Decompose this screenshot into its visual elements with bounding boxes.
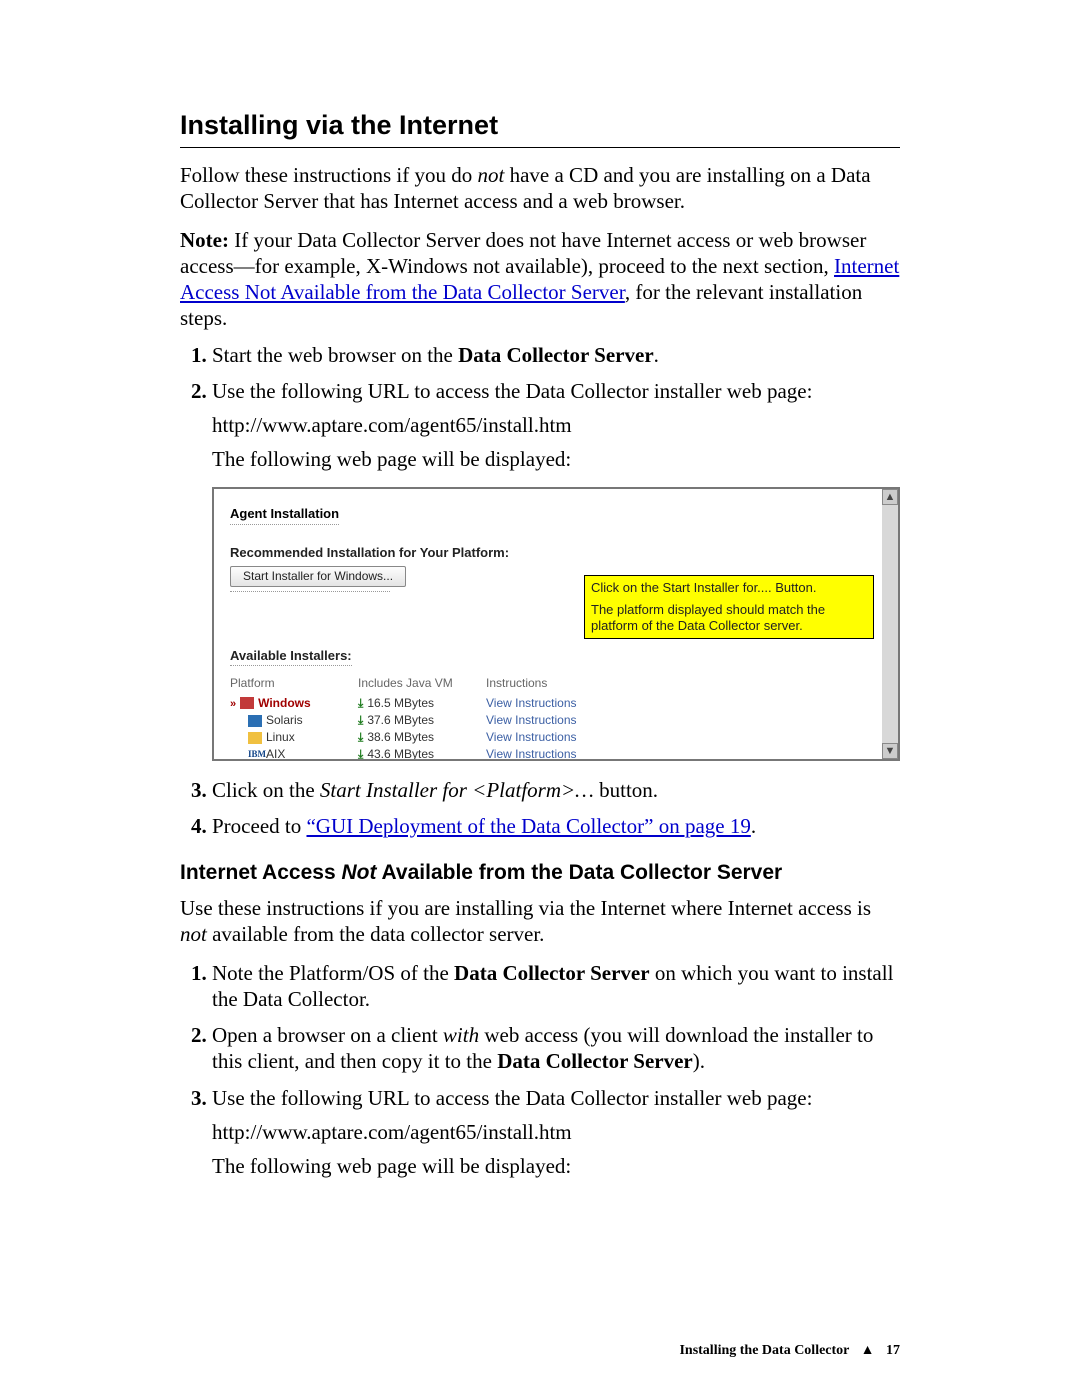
text: button.	[594, 778, 658, 802]
steps-list-a: Start the web browser on the Data Collec…	[180, 342, 900, 840]
bold: Data Collector Server	[497, 1049, 693, 1073]
text: Click on the	[212, 778, 320, 802]
text: .	[751, 814, 756, 838]
linux-icon	[248, 732, 262, 744]
italic: not	[180, 922, 207, 946]
download-icon[interactable]: ⤓	[358, 730, 363, 744]
scrollbar[interactable]: ▲ ▼	[882, 489, 898, 759]
text: Available from the Data Collector Server	[376, 861, 782, 884]
text: Use the following URL to access the Data…	[212, 1086, 812, 1110]
page-number: 17	[886, 1343, 900, 1358]
step-4: Proceed to “GUI Deployment of the Data C…	[212, 813, 900, 839]
subsection-heading: Internet Access Not Available from the D…	[180, 861, 900, 885]
text: Use these instructions if you are instal…	[180, 896, 871, 920]
callout-box: Click on the Start Installer for.... But…	[584, 575, 874, 640]
italic: Start Installer for <Platform>…	[320, 778, 594, 802]
recommended-label: Recommended Installation for Your Platfo…	[230, 545, 882, 561]
start-installer-button[interactable]: Start Installer for Windows...	[230, 566, 406, 587]
table-row: Linux ⤓ 38.6 MBytes View Instructions	[230, 729, 595, 746]
text: Use the following URL to access the Data…	[212, 379, 812, 403]
platform-name: Linux	[266, 730, 295, 744]
triangle-icon: ▲	[861, 1343, 875, 1359]
italic: Not	[341, 861, 376, 884]
installer-page-screenshot: Agent Installation Recommended Installat…	[212, 487, 900, 761]
bold: Data Collector Server	[458, 343, 654, 367]
divider	[230, 591, 390, 592]
bold: Data Collector Server	[454, 961, 650, 985]
aix-icon: IBM	[248, 749, 262, 760]
size: 16.5 MBytes	[367, 696, 434, 710]
selected-arrow-icon: »	[230, 698, 236, 710]
step-b3-url: http://www.aptare.com/agent65/install.ht…	[212, 1119, 900, 1145]
installers-table: Platform Includes Java VM Instructions »…	[230, 674, 595, 761]
text: Note the Platform/OS of the	[212, 961, 454, 985]
table-row: IBM AIX ⤓ 43.6 MBytes View Instructions	[230, 746, 595, 760]
platform-name: Windows	[258, 696, 311, 710]
step-b1: Note the Platform/OS of the Data Collect…	[212, 960, 900, 1013]
download-icon[interactable]: ⤓	[358, 713, 363, 727]
footer-label: Installing the Data Collector	[679, 1343, 849, 1358]
italic: with	[443, 1023, 479, 1047]
table-header-row: Platform Includes Java VM Instructions	[230, 674, 595, 695]
step-2: Use the following URL to access the Data…	[212, 378, 900, 761]
callout-line-2: The platform displayed should match the …	[591, 602, 867, 635]
view-instructions-link[interactable]: View Instructions	[486, 746, 595, 760]
download-icon[interactable]: ⤓	[358, 696, 363, 710]
text: If your Data Collector Server does not h…	[180, 228, 866, 278]
text: Open a browser on a client	[212, 1023, 443, 1047]
view-instructions-link[interactable]: View Instructions	[486, 712, 595, 729]
steps-list-b: Note the Platform/OS of the Data Collect…	[180, 960, 900, 1180]
available-installers-label: Available Installers:	[230, 648, 352, 665]
agent-installation-label: Agent Installation	[230, 506, 339, 525]
text: Proceed to	[212, 814, 306, 838]
size: 37.6 MBytes	[367, 713, 434, 727]
intro-paragraph: Follow these instructions if you do not …	[180, 162, 900, 215]
view-instructions-link[interactable]: View Instructions	[486, 729, 595, 746]
step-b2: Open a browser on a client with web acce…	[212, 1022, 900, 1075]
scroll-up-icon[interactable]: ▲	[882, 489, 898, 505]
callout-line-1: Click on the Start Installer for.... But…	[591, 580, 867, 596]
note-paragraph: Note: If your Data Collector Server does…	[180, 227, 900, 332]
windows-icon	[240, 697, 254, 709]
step-b3: Use the following URL to access the Data…	[212, 1085, 900, 1180]
col-platform: Platform	[230, 674, 358, 695]
scroll-down-icon[interactable]: ▼	[882, 743, 898, 759]
step-3: Click on the Start Installer for <Platfo…	[212, 777, 900, 803]
platform-name: AIX	[266, 747, 285, 760]
view-instructions-link[interactable]: View Instructions	[486, 695, 595, 713]
text: available from the data collector server…	[207, 922, 545, 946]
emphasis-not: not	[478, 163, 505, 187]
step-2-after: The following web page will be displayed…	[212, 446, 900, 472]
col-instructions: Instructions	[486, 674, 595, 695]
step-1: Start the web browser on the Data Collec…	[212, 342, 900, 368]
page-footer: Installing the Data Collector ▲ 17	[679, 1343, 900, 1359]
table-row: Solaris ⤓ 37.6 MBytes View Instructions	[230, 712, 595, 729]
col-java: Includes Java VM	[358, 674, 486, 695]
text: .	[654, 343, 659, 367]
text: ).	[693, 1049, 705, 1073]
text: Internet Access	[180, 861, 341, 884]
solaris-icon	[248, 715, 262, 727]
section-heading: Installing via the Internet	[180, 110, 900, 141]
size: 38.6 MBytes	[367, 730, 434, 744]
download-icon[interactable]: ⤓	[358, 747, 363, 760]
table-row: » Windows ⤓ 16.5 MBytes View Instructions	[230, 695, 595, 713]
gui-deployment-link[interactable]: “GUI Deployment of the Data Collector” o…	[306, 814, 750, 838]
size: 43.6 MBytes	[367, 747, 434, 760]
note-label: Note:	[180, 228, 229, 252]
text: Follow these instructions if you do	[180, 163, 478, 187]
heading-rule	[180, 147, 900, 148]
platform-name: Solaris	[266, 713, 303, 727]
intro2-paragraph: Use these instructions if you are instal…	[180, 895, 900, 948]
step-b3-after: The following web page will be displayed…	[212, 1153, 900, 1179]
step-2-url: http://www.aptare.com/agent65/install.ht…	[212, 412, 900, 438]
text: Start the web browser on the	[212, 343, 458, 367]
